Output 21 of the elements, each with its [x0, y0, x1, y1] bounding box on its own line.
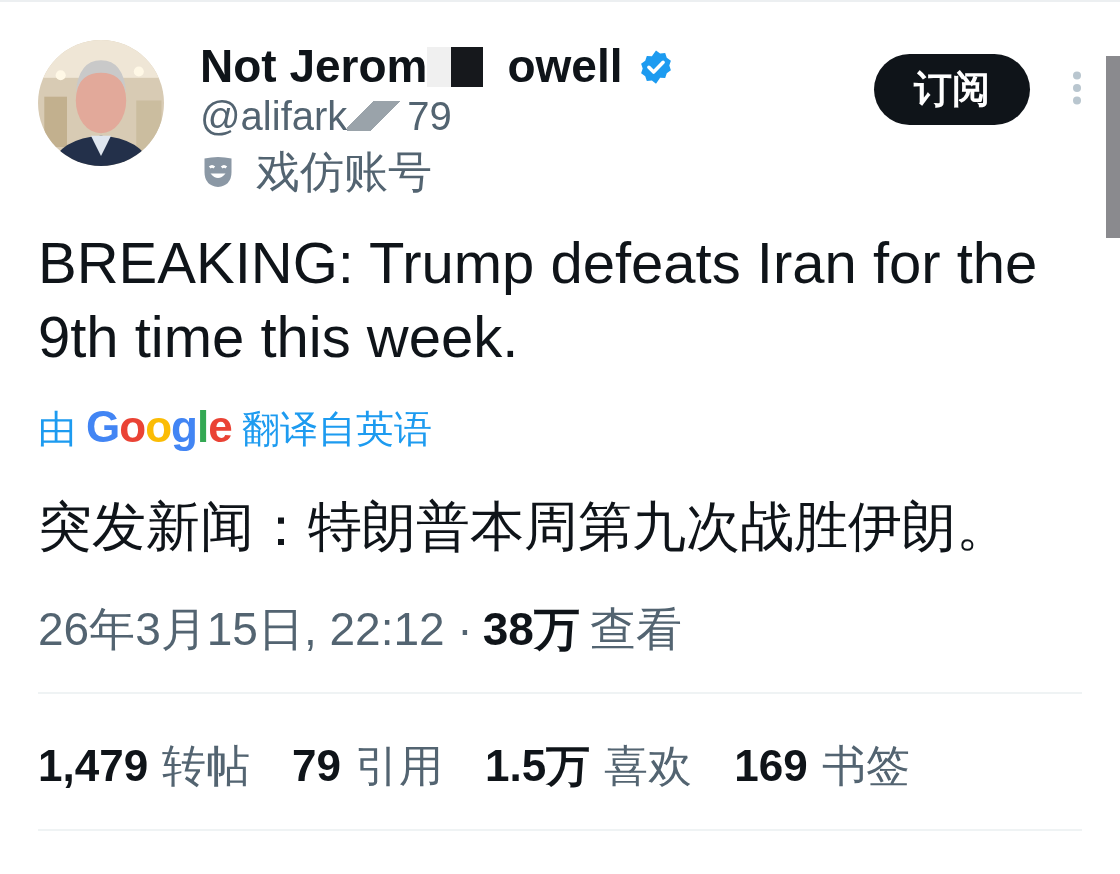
stat-label[interactable]: 引用	[355, 740, 444, 791]
stat-count: 79	[292, 740, 342, 791]
view-count: 38万	[482, 603, 580, 656]
translation-prefix: 由	[38, 407, 76, 452]
views-label: 查看	[589, 603, 682, 656]
google-logo: Google	[86, 402, 232, 452]
author-handle: @alifark 79	[200, 93, 453, 139]
stat-count: 169	[734, 740, 808, 791]
parody-label: 戏仿账号	[256, 146, 432, 198]
more-icon	[1072, 70, 1082, 106]
translated-text: 突发新闻：特朗普本周第九次战胜伊朗。	[38, 495, 1011, 557]
stat-label[interactable]: 书签	[821, 740, 910, 791]
tweet-text: BREAKING: Trump defeats Iran for the 9th time this week.	[38, 229, 1039, 371]
stat-count: 1,479	[38, 740, 149, 791]
scrollbar[interactable]	[1106, 56, 1120, 238]
stat-count: 1.5万	[485, 740, 591, 791]
author-name: Not Jerom owell	[200, 40, 623, 93]
timestamp: 26年3月15日, 22:12 ·	[38, 603, 473, 656]
stat-label[interactable]: 转帖	[162, 740, 251, 791]
subscribe-button[interactable]: 订阅	[874, 54, 1030, 125]
stat-label[interactable]: 喜欢	[604, 740, 693, 791]
